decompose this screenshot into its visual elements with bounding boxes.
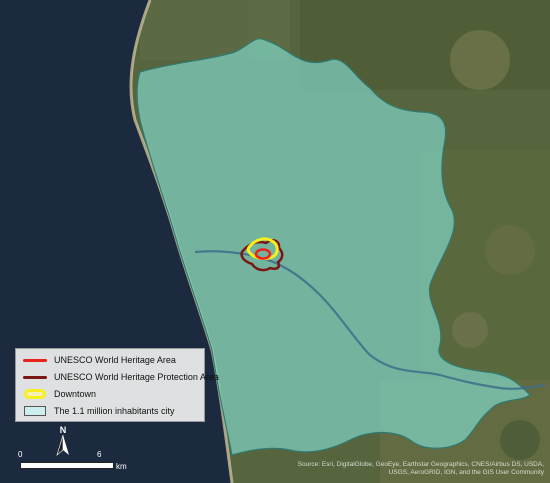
- map-credits: Source: Esri, DigitalGlobe, GeoEye, Eart…: [297, 461, 544, 476]
- scale-bar: 0 6 km: [18, 450, 128, 472]
- red-line-swatch: [22, 354, 48, 366]
- map-legend: UNESCO World Heritage Area UNESCO World …: [15, 348, 219, 422]
- legend-label: UNESCO World Heritage Area: [54, 355, 176, 365]
- north-label: N: [59, 425, 67, 435]
- scale-start-label: 0: [18, 450, 23, 459]
- legend-item-city: The 1.1 million inhabitants city: [22, 404, 175, 418]
- legend-label: Downtown: [54, 389, 97, 399]
- legend-item-downtown: Downtown: [22, 387, 96, 401]
- legend-item-heritage-area: UNESCO World Heritage Area: [22, 353, 176, 367]
- teal-polygon-swatch: [22, 405, 48, 417]
- scale-bar-graphic: [20, 462, 114, 469]
- legend-label: The 1.1 million inhabitants city: [54, 406, 175, 416]
- legend-item-heritage-protection-area: UNESCO World Heritage Protection Area: [22, 370, 219, 384]
- yellow-polygon-swatch: [22, 388, 48, 400]
- legend-label: UNESCO World Heritage Protection Area: [54, 372, 219, 382]
- scale-unit-label: km: [116, 462, 127, 471]
- map-canvas[interactable]: UNESCO World Heritage Area UNESCO World …: [0, 0, 550, 483]
- dark-red-line-swatch: [22, 371, 48, 383]
- scale-end-label: 6: [97, 450, 102, 459]
